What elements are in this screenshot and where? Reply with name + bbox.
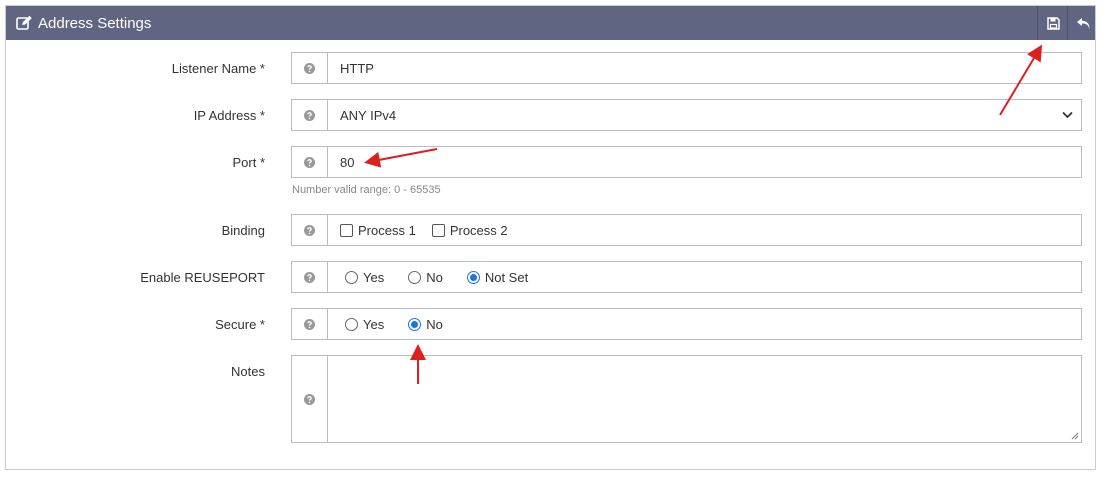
radio-label: Yes bbox=[363, 269, 385, 285]
question-circle-icon bbox=[304, 393, 315, 405]
binding-label: Binding bbox=[221, 223, 265, 238]
ip-address-select[interactable]: ANY IPv4 bbox=[328, 100, 1081, 130]
binding-option-label: Process 1 bbox=[358, 222, 416, 238]
port-hint: Number valid range: 0 - 65535 bbox=[292, 184, 441, 196]
help-button[interactable] bbox=[292, 147, 328, 177]
save-button[interactable] bbox=[1037, 6, 1068, 40]
undo-button[interactable] bbox=[1067, 6, 1098, 40]
binding-process-2[interactable]: Process 2 bbox=[431, 222, 508, 238]
radio-button-selected[interactable] bbox=[466, 270, 480, 284]
edit-icon bbox=[16, 15, 32, 30]
radio-label: Yes bbox=[363, 316, 385, 332]
binding-option-label: Process 2 bbox=[449, 222, 508, 238]
reuseport-label: Enable REUSEPORT bbox=[140, 270, 265, 285]
question-circle-icon bbox=[304, 224, 315, 236]
port-input[interactable]: 80 bbox=[328, 147, 1081, 177]
notes-input-group bbox=[291, 355, 1082, 443]
secure-no[interactable]: No bbox=[408, 317, 443, 332]
radio-button-selected[interactable] bbox=[408, 317, 422, 331]
panel-title-wrap: Address Settings bbox=[16, 6, 151, 40]
secure-yes[interactable]: Yes bbox=[345, 317, 384, 332]
help-button[interactable] bbox=[292, 356, 328, 442]
binding-row: Binding Process 1 Process 2 bbox=[6, 213, 1095, 246]
notes-label: Notes bbox=[231, 364, 265, 379]
reuseport-yes[interactable]: Yes bbox=[345, 270, 384, 285]
question-circle-icon bbox=[304, 271, 315, 283]
help-button[interactable] bbox=[292, 53, 328, 83]
radio-button[interactable] bbox=[408, 270, 422, 284]
resize-handle-icon[interactable] bbox=[1071, 432, 1079, 440]
secure-label: Secure * bbox=[215, 317, 265, 332]
notes-textarea[interactable] bbox=[328, 356, 1081, 442]
reuseport-no[interactable]: No bbox=[408, 270, 443, 285]
secure-options: Yes No bbox=[328, 309, 1081, 339]
radio-label: No bbox=[426, 269, 443, 285]
listener-name-row: Listener Name * HTTP bbox=[6, 52, 1095, 84]
help-button[interactable] bbox=[292, 262, 328, 292]
secure-row: Secure * Yes No bbox=[6, 308, 1095, 340]
question-circle-icon bbox=[304, 156, 315, 168]
secure-input-group: Yes No bbox=[291, 308, 1082, 340]
reuseport-input-group: Yes No Not Set bbox=[291, 261, 1082, 293]
ip-address-row: IP Address * ANY IPv4 bbox=[6, 99, 1095, 131]
radio-label: Not Set bbox=[484, 269, 529, 285]
listener-name-input[interactable]: HTTP bbox=[328, 53, 1081, 83]
binding-process-1[interactable]: Process 1 bbox=[340, 223, 416, 238]
address-settings-panel: Address Settings Listener Name * HTTP IP… bbox=[5, 5, 1096, 470]
listener-name-label: Listener Name * bbox=[171, 61, 265, 76]
listener-name-input-group: HTTP bbox=[291, 52, 1082, 84]
binding-checkbox[interactable] bbox=[340, 223, 353, 237]
chevron-down-icon bbox=[1062, 111, 1073, 119]
reuseport-not-set[interactable]: Not Set bbox=[466, 269, 529, 285]
ip-address-input-group: ANY IPv4 bbox=[291, 99, 1082, 131]
help-button[interactable] bbox=[292, 100, 328, 130]
panel-header: Address Settings bbox=[6, 6, 1095, 40]
help-button[interactable] bbox=[292, 309, 328, 339]
ip-address-selected-value: ANY IPv4 bbox=[340, 107, 397, 123]
radio-button[interactable] bbox=[345, 270, 358, 284]
panel-title: Address Settings bbox=[38, 14, 152, 32]
radio-label: No bbox=[426, 316, 443, 332]
ip-address-label: IP Address * bbox=[193, 108, 265, 123]
floppy-disk-icon bbox=[1046, 16, 1060, 30]
binding-checkbox[interactable] bbox=[431, 223, 445, 237]
help-button[interactable] bbox=[292, 215, 328, 245]
question-circle-icon bbox=[304, 109, 315, 121]
question-circle-icon bbox=[304, 318, 315, 330]
port-input-group: 80 bbox=[291, 146, 1082, 178]
question-circle-icon bbox=[304, 62, 315, 74]
radio-button[interactable] bbox=[345, 317, 358, 331]
port-row: Port * 80 Number valid range: 0 - 65535 bbox=[6, 146, 1095, 196]
binding-options: Process 1 Process 2 bbox=[328, 215, 1081, 245]
notes-row: Notes bbox=[6, 355, 1095, 443]
binding-input-group: Process 1 Process 2 bbox=[291, 214, 1082, 246]
port-label: Port * bbox=[232, 155, 265, 170]
reuseport-options: Yes No Not Set bbox=[328, 262, 1081, 292]
reuseport-row: Enable REUSEPORT Yes No Not Set bbox=[6, 261, 1095, 293]
undo-arrow-icon bbox=[1076, 17, 1090, 29]
